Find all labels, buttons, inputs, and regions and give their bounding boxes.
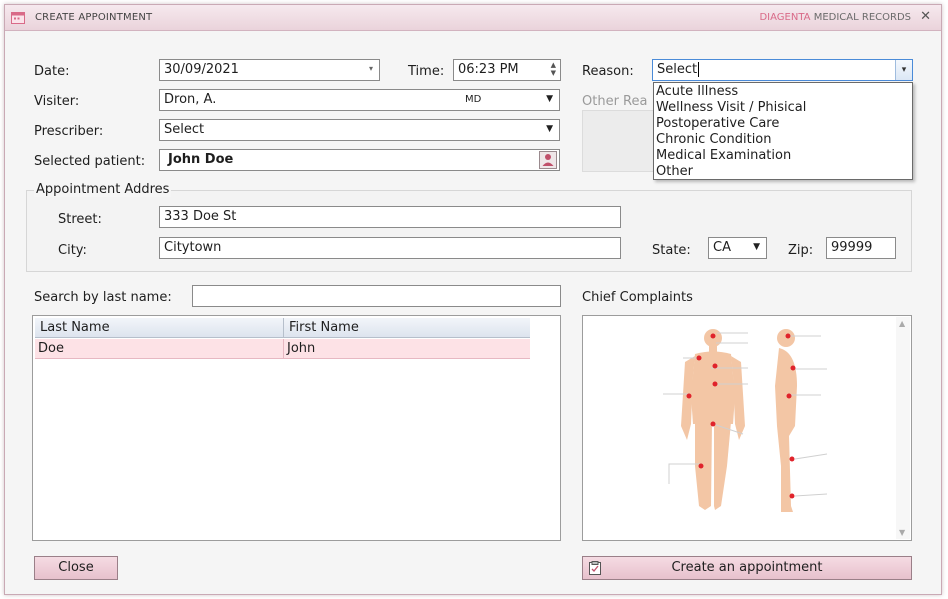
chevron-down-icon[interactable]: ▼ (546, 124, 553, 134)
selected-patient-value: John Doe (168, 152, 234, 167)
column-last-name[interactable]: Last Name (35, 318, 283, 338)
clipboard-icon (589, 561, 601, 575)
date-label: Date: (34, 64, 70, 79)
table-row[interactable]: Doe John (35, 339, 530, 359)
city-value: Citytown (164, 240, 222, 255)
reason-select[interactable]: Select ▾ (652, 59, 913, 81)
close-button-label: Close (58, 560, 94, 575)
zip-value: 99999 (831, 240, 873, 255)
close-icon[interactable]: ✕ (920, 9, 931, 24)
zip-label: Zip: (788, 243, 814, 258)
marker-abdomen (712, 381, 718, 387)
reason-option-other[interactable]: Other (654, 164, 912, 180)
prescriber-value: Select (164, 122, 205, 137)
marker-side-chest (790, 365, 796, 371)
reason-option-postoperative-care[interactable]: Postoperative Care (654, 116, 912, 132)
brand-secondary: MEDICAL RECORDS (813, 12, 911, 23)
state-label: State: (652, 243, 691, 258)
marker-side-head (785, 333, 791, 339)
reason-option-chronic-condition[interactable]: Chronic Condition (654, 132, 912, 148)
time-spinner-icon[interactable]: ▲ ▼ (551, 61, 556, 77)
marker-knee (698, 463, 704, 469)
date-value: 30/09/2021 (164, 62, 239, 77)
street-label: Street: (58, 212, 102, 227)
other-reason-input[interactable] (582, 110, 662, 172)
selected-patient-label: Selected patient: (34, 154, 146, 169)
title-bar: CREATE APPOINTMENT DIAGENTA MEDICAL RECO… (5, 5, 941, 31)
reason-options-list: Acute Illness Wellness Visit / Phisical … (653, 82, 913, 180)
brand-label: DIAGENTA MEDICAL RECORDS (759, 12, 911, 23)
time-label: Time: (408, 64, 445, 79)
chevron-down-icon[interactable]: ▾ (895, 60, 912, 80)
brand-primary: DIAGENTA (759, 12, 811, 23)
visiter-value: Dron, A. (164, 92, 217, 107)
city-label: City: (58, 243, 87, 258)
reason-option-acute-illness[interactable]: Acute Illness (654, 84, 912, 100)
marker-shoulder (696, 355, 702, 361)
marker-head (710, 333, 716, 339)
create-appointment-button[interactable]: Create an appointment (582, 556, 912, 580)
reason-label: Reason: (582, 64, 634, 79)
chief-complaints-label: Chief Complaints (582, 290, 693, 305)
time-value: 06:23 PM (458, 62, 519, 77)
reason-option-wellness-visit[interactable]: Wellness Visit / Phisical (654, 100, 912, 116)
date-picker[interactable]: 30/09/2021 ▾ (159, 59, 380, 81)
search-input[interactable] (192, 285, 561, 307)
street-value: 333 Doe St (164, 209, 237, 224)
other-reason-label: Other Rea (582, 94, 648, 109)
body-diagram-panel: ▲ ▼ (582, 315, 912, 541)
search-label: Search by last name: (34, 290, 172, 305)
appointment-address-group (26, 190, 912, 272)
patient-lookup-icon[interactable] (539, 151, 557, 169)
diagram-scrollbar[interactable]: ▲ ▼ (896, 317, 910, 539)
zip-input[interactable]: 99999 (826, 237, 896, 259)
visiter-select[interactable]: Dron, A. MD ▼ (159, 89, 560, 111)
create-button-label: Create an appointment (671, 560, 823, 575)
table-header: Last Name First Name (35, 318, 530, 338)
marker-arm (686, 393, 692, 399)
marker-chest (712, 363, 718, 369)
marker-side-ankle (789, 493, 795, 499)
reason-option-medical-examination[interactable]: Medical Examination (654, 148, 912, 164)
chevron-down-icon[interactable]: ▼ (753, 242, 760, 252)
street-input[interactable]: 333 Doe St (159, 206, 621, 228)
column-first-name[interactable]: First Name (283, 318, 530, 338)
marker-hip (710, 421, 716, 427)
state-select[interactable]: CA ▼ (708, 237, 767, 259)
scroll-down-icon[interactable]: ▼ (899, 528, 905, 537)
prescriber-label: Prescriber: (34, 124, 104, 139)
chevron-down-icon[interactable]: ▾ (369, 64, 373, 73)
visiter-suffix: MD (465, 94, 482, 105)
body-side-figure (775, 329, 797, 512)
prescriber-select[interactable]: Select ▼ (159, 119, 560, 141)
body-diagram[interactable] (583, 316, 895, 540)
marker-side-back (786, 393, 792, 399)
chevron-down-icon[interactable]: ▼ (546, 94, 553, 104)
state-value: CA (713, 240, 731, 255)
address-group-label: Appointment Addres (34, 182, 172, 197)
cell-first-name: John (283, 339, 530, 359)
visiter-label: Visiter: (34, 94, 80, 109)
body-front-figure (681, 329, 745, 510)
calendar-icon (11, 12, 25, 24)
patients-table: Last Name First Name Doe John (32, 315, 561, 541)
time-picker[interactable]: 06:23 PM ▲ ▼ (453, 59, 561, 81)
selected-patient-field: John Doe (159, 149, 560, 171)
marker-side-knee (789, 456, 795, 462)
city-input[interactable]: Citytown (159, 237, 621, 259)
scroll-up-icon[interactable]: ▲ (899, 319, 905, 328)
window-title: CREATE APPOINTMENT (35, 12, 153, 23)
reason-value: Select (657, 62, 698, 77)
cell-last-name: Doe (38, 341, 64, 356)
close-button[interactable]: Close (34, 556, 118, 580)
